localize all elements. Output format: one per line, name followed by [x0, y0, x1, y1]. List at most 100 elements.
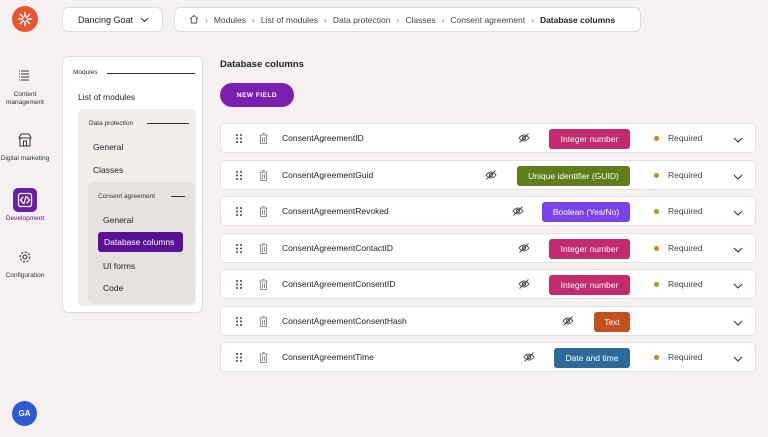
- rail-item-configuration[interactable]: Configuration: [0, 245, 50, 280]
- trash-icon[interactable]: [259, 316, 268, 329]
- nav-item-database-columns[interactable]: Database columns: [98, 232, 183, 252]
- column-row[interactable]: ConsentAgreementID Integer number Required: [220, 123, 756, 153]
- drag-handle-icon[interactable]: [235, 206, 243, 219]
- code-icon: [13, 188, 37, 212]
- nav-section-title: Modules: [73, 69, 98, 76]
- rail-item-digital-marketing[interactable]: Digital marketing: [0, 128, 50, 163]
- required-dot: [654, 172, 659, 178]
- site-selector[interactable]: Dancing Goat: [62, 7, 163, 32]
- column-name: ConsentAgreementConsentID: [282, 279, 396, 289]
- data-type-badge: Integer number: [549, 275, 630, 295]
- drag-handle-icon[interactable]: [235, 279, 243, 292]
- rail-label: Digital marketing: [0, 155, 50, 162]
- site-selector-label: Dancing Goat: [78, 14, 134, 25]
- drag-handle-icon[interactable]: [235, 133, 243, 146]
- data-type-badge: Integer number: [549, 129, 630, 149]
- required-dot: [654, 281, 659, 287]
- column-row[interactable]: ConsentAgreementContactID Integer number R…: [220, 233, 756, 263]
- hidden-eye-icon: [518, 133, 530, 145]
- nav-subgroup-title: Consent agreement: [98, 193, 156, 200]
- divider: [147, 123, 189, 124]
- nav-item-classes[interactable]: Classes: [93, 165, 123, 175]
- kentico-logo[interactable]: [12, 6, 38, 32]
- required-label: Required: [668, 279, 703, 289]
- column-name: ConsentAgreementTime: [282, 352, 374, 362]
- column-row[interactable]: ConsentAgreementGuid Unique identifier (G…: [220, 160, 756, 190]
- expand-chevron-icon[interactable]: [733, 354, 743, 364]
- home-icon[interactable]: [189, 14, 199, 26]
- expand-chevron-icon[interactable]: [733, 245, 743, 255]
- user-avatar[interactable]: GA: [12, 401, 37, 426]
- rail-label: Configuration: [5, 272, 45, 279]
- required-dot: [654, 135, 659, 141]
- data-type-badge: Date and time: [554, 348, 630, 368]
- breadcrumb-item[interactable]: Consent agreement: [450, 15, 525, 25]
- logo-icon: [17, 11, 33, 27]
- required-indicator: Required: [654, 243, 703, 253]
- hidden-eye-icon: [518, 243, 530, 255]
- breadcrumb-item[interactable]: Classes: [405, 15, 435, 25]
- drag-handle-icon[interactable]: [235, 243, 243, 256]
- breadcrumb-item[interactable]: Modules: [214, 15, 246, 25]
- divider: [171, 196, 185, 197]
- expand-chevron-icon[interactable]: [733, 281, 743, 291]
- required-label: Required: [668, 352, 703, 362]
- nav-group-title: Data protection: [89, 120, 134, 127]
- trash-icon[interactable]: [259, 170, 268, 183]
- required-label: Required: [668, 133, 703, 143]
- drag-handle-icon[interactable]: [235, 170, 243, 183]
- hidden-eye-icon: [562, 316, 574, 328]
- hidden-eye-icon: [512, 206, 524, 218]
- nav-list-of-modules[interactable]: List of modules: [78, 92, 135, 102]
- required-indicator: Required: [654, 352, 703, 362]
- trash-icon[interactable]: [259, 243, 268, 256]
- column-name: ConsentAgreementContactID: [282, 243, 394, 253]
- rail-label: Development: [5, 215, 45, 222]
- required-indicator: Required: [654, 133, 703, 143]
- trash-icon[interactable]: [259, 133, 268, 146]
- breadcrumb-separator: ›: [251, 14, 255, 25]
- breadcrumb-current: Database columns: [539, 14, 616, 25]
- expand-chevron-icon[interactable]: [733, 172, 743, 182]
- drag-handle-icon[interactable]: [235, 316, 243, 329]
- expand-chevron-icon[interactable]: [733, 208, 743, 218]
- required-label: Required: [668, 206, 703, 216]
- nav-item-general[interactable]: General: [103, 215, 133, 225]
- hidden-eye-icon: [518, 279, 530, 291]
- required-indicator: Required: [654, 170, 703, 180]
- data-type-badge: Text: [594, 312, 630, 332]
- main-navigation-rail: Content management Digital marketing Dev…: [0, 0, 50, 437]
- new-field-button[interactable]: NEW FIELD: [220, 83, 294, 107]
- column-row[interactable]: ConsentAgreementRevoked Boolean (Yes/No) R…: [220, 196, 756, 226]
- divider: [107, 73, 195, 74]
- nav-item-code[interactable]: Code: [103, 283, 123, 293]
- nav-item-ui-forms[interactable]: UI forms: [103, 261, 135, 271]
- module-navigation: Modules List of modules Data protection …: [62, 56, 203, 313]
- breadcrumb-separator: ›: [324, 14, 327, 25]
- required-indicator: Required: [654, 206, 703, 216]
- trash-icon[interactable]: [259, 352, 268, 365]
- column-row[interactable]: ConsentAgreementTime Date and time Require…: [220, 342, 756, 372]
- column-row[interactable]: ConsentAgreementConsentHash Text: [220, 306, 756, 336]
- rail-label: Content management: [6, 91, 44, 106]
- breadcrumb-item[interactable]: List of modules: [261, 15, 318, 25]
- hidden-eye-icon: [523, 352, 535, 364]
- breadcrumb-separator: ›: [531, 14, 534, 25]
- breadcrumb-item[interactable]: Data protection: [333, 15, 391, 25]
- breadcrumb-separator: ›: [441, 14, 445, 25]
- nav-item-general[interactable]: General: [93, 142, 123, 152]
- column-row[interactable]: ConsentAgreementConsentID Integer number R…: [220, 269, 756, 299]
- content-icon: [13, 64, 37, 88]
- column-name: ConsentAgreementID: [282, 133, 364, 143]
- expand-chevron-icon[interactable]: [733, 135, 743, 145]
- trash-icon[interactable]: [259, 279, 268, 292]
- column-name: ConsentAgreementConsentHash: [282, 316, 407, 326]
- trash-icon[interactable]: [259, 206, 268, 219]
- rail-item-content-management[interactable]: Content management: [0, 64, 50, 107]
- expand-chevron-icon[interactable]: [733, 318, 743, 328]
- drag-handle-icon[interactable]: [235, 352, 243, 365]
- required-indicator: Required: [654, 279, 703, 289]
- data-type-badge: Unique identifier (GUID): [517, 166, 630, 186]
- rail-item-development[interactable]: Development: [0, 188, 50, 223]
- chevron-down-icon: [140, 17, 149, 23]
